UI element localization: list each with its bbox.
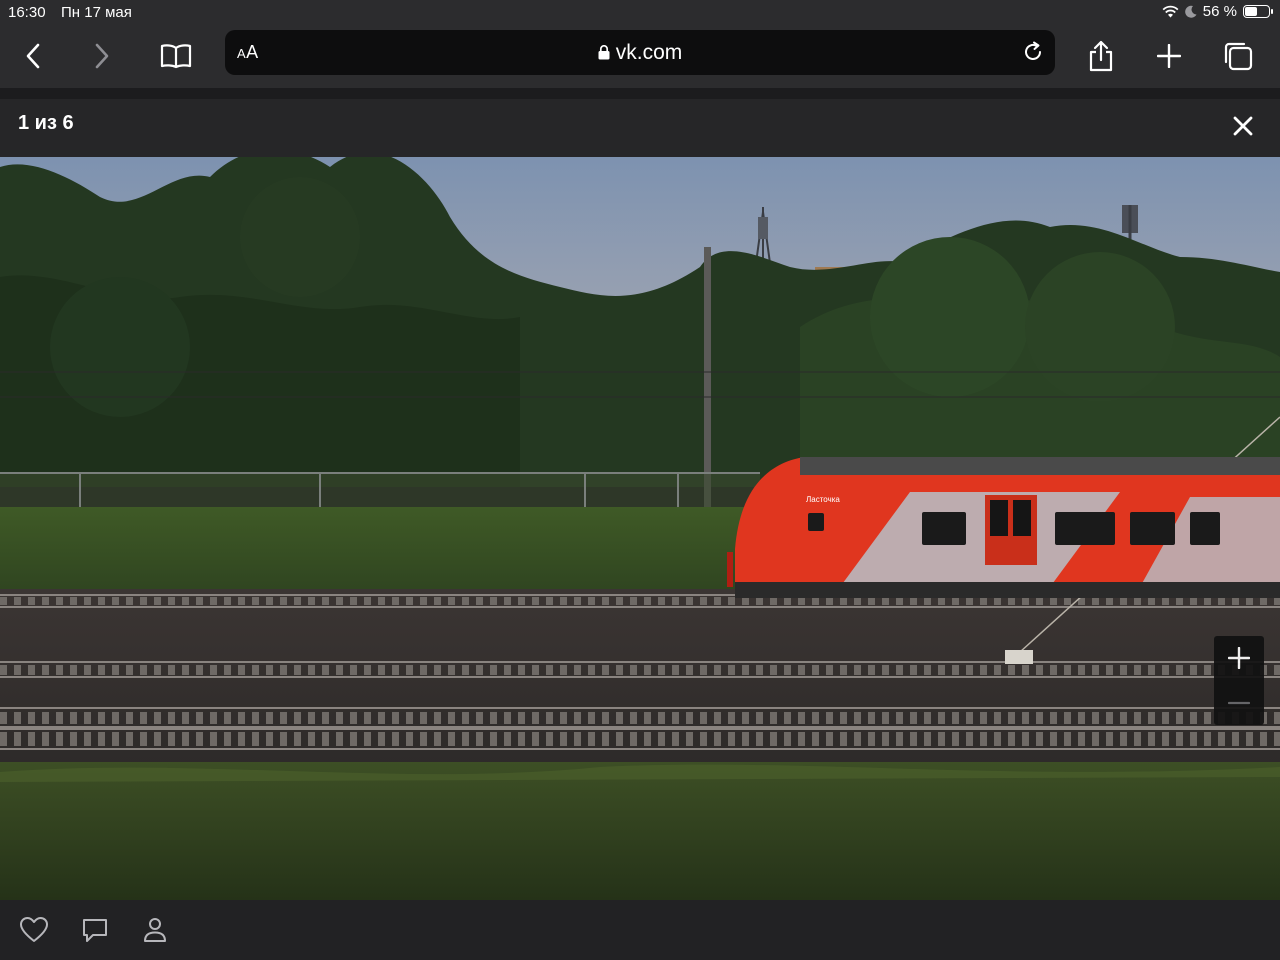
bookmarks-button[interactable] bbox=[154, 34, 198, 78]
photo-counter: 1 из 6 bbox=[18, 112, 74, 134]
minus-icon bbox=[1228, 701, 1250, 705]
book-icon bbox=[160, 44, 192, 69]
close-icon[interactable] bbox=[1228, 111, 1258, 141]
like-button[interactable] bbox=[16, 914, 52, 946]
plus-icon bbox=[1157, 44, 1181, 68]
lock-icon bbox=[598, 45, 610, 60]
back-button[interactable] bbox=[11, 34, 55, 78]
share-button[interactable] bbox=[1079, 34, 1123, 78]
battery-fill bbox=[1245, 7, 1257, 16]
comment-button[interactable] bbox=[77, 914, 113, 946]
address-bar[interactable]: AA vk.com bbox=[225, 30, 1055, 75]
tabs-icon bbox=[1224, 42, 1253, 71]
zoom-in-button[interactable] bbox=[1214, 636, 1264, 680]
comment-icon bbox=[83, 919, 107, 942]
battery-percent: 56 % bbox=[1202, 3, 1237, 20]
status-right: 56 % bbox=[1162, 3, 1273, 20]
status-date: Пн 17 мая bbox=[61, 4, 132, 21]
status-bar: 16:30 Пн 17 мая 56 % bbox=[0, 0, 1280, 26]
tabs-button[interactable] bbox=[1216, 34, 1260, 78]
reload-icon[interactable] bbox=[1021, 40, 1045, 64]
train-photo: Ласточка bbox=[0, 157, 1280, 900]
train-name-label: Ласточка bbox=[806, 495, 840, 504]
zoom-controls bbox=[1214, 636, 1264, 725]
forward-button[interactable] bbox=[80, 34, 124, 78]
new-tab-button[interactable] bbox=[1147, 34, 1191, 78]
train: Ласточка bbox=[727, 457, 1280, 598]
plus-icon bbox=[1228, 647, 1250, 669]
moon-icon bbox=[1184, 5, 1197, 18]
heart-icon bbox=[20, 917, 48, 942]
status-time: 16:30 bbox=[8, 4, 46, 21]
share-icon bbox=[1089, 40, 1113, 72]
chevron-right-icon bbox=[95, 43, 109, 69]
wifi-icon bbox=[1162, 5, 1179, 18]
person-icon bbox=[144, 918, 166, 942]
domain-text: vk.com bbox=[615, 41, 683, 64]
url-display[interactable]: vk.com bbox=[225, 41, 1055, 65]
battery-icon bbox=[1243, 5, 1273, 18]
browser-toolbar: AA vk.com bbox=[0, 26, 1280, 88]
chevron-left-icon bbox=[26, 43, 40, 69]
toolbar-separator bbox=[0, 88, 1280, 99]
tag-person-button[interactable] bbox=[137, 914, 173, 946]
photo-actions-bar bbox=[0, 900, 1280, 960]
zoom-out-button[interactable] bbox=[1214, 681, 1264, 725]
photo-image[interactable]: Ласточка bbox=[0, 157, 1280, 900]
photo-viewer-header: 1 из 6 bbox=[0, 99, 1280, 157]
